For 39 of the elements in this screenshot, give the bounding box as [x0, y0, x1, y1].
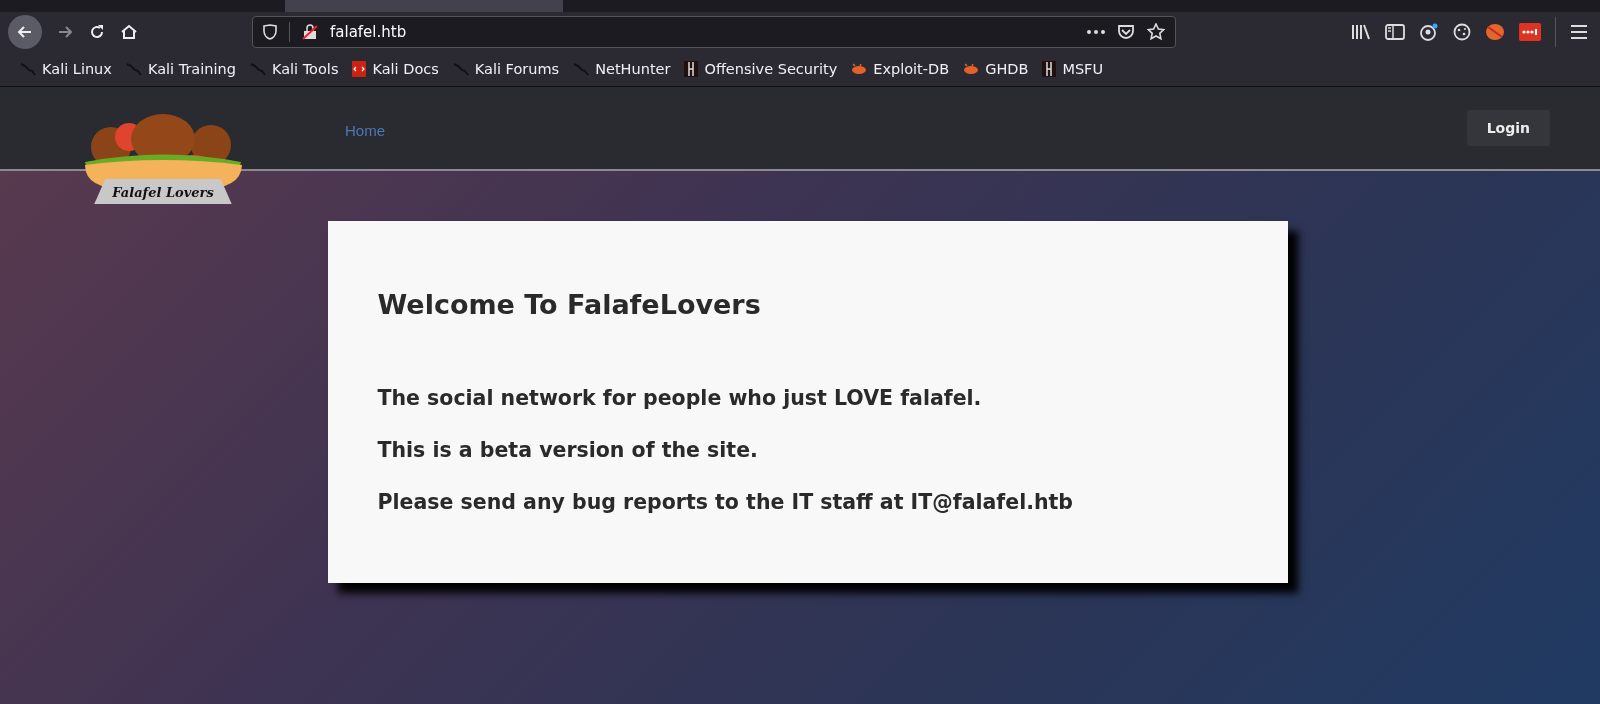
bug-icon — [963, 63, 980, 75]
welcome-paragraph: Please send any bug reports to the IT staff at IT@falafel.htb — [377, 490, 1075, 514]
welcome-heading: Welcome To FalafeLovers — [377, 289, 762, 320]
insecure-lock-icon[interactable] — [302, 24, 318, 40]
star-icon[interactable] — [1147, 23, 1165, 41]
back-button[interactable] — [8, 15, 42, 49]
bookmark-link[interactable]: Exploit-DB — [851, 61, 950, 77]
bookmark-link[interactable]: GHDB — [963, 61, 1029, 77]
address-bar[interactable]: falafel.htb — [252, 16, 1176, 48]
bug-icon — [851, 63, 868, 75]
falafel-logo[interactable]: Falafel Lovers — [78, 107, 248, 219]
password-manager-icon[interactable] — [1519, 23, 1541, 41]
tower-icon — [1042, 61, 1057, 77]
bookmark-link[interactable]: Kali Forums — [452, 61, 560, 77]
url-text: falafel.htb — [330, 23, 407, 41]
shield-icon[interactable] — [263, 24, 277, 40]
library-icon[interactable] — [1351, 24, 1371, 40]
account-icon[interactable] — [1419, 23, 1439, 41]
bookmark-link[interactable]: Offensive Security — [684, 61, 838, 77]
tower-icon — [684, 61, 699, 77]
home-icon[interactable] — [120, 23, 138, 41]
welcome-paragraph: The social network for people who just LOVE falafel. — [377, 386, 983, 410]
login-button[interactable]: Login — [1466, 110, 1550, 146]
bookmark-link[interactable]: Kali Docs — [352, 61, 439, 77]
bookmark-link[interactable]: Kali Linux — [20, 61, 112, 77]
pocket-icon[interactable] — [1117, 24, 1135, 40]
sidebar-icon[interactable] — [1385, 24, 1405, 40]
more-icon[interactable] — [1087, 30, 1105, 34]
cookie-icon[interactable] — [1453, 23, 1471, 41]
welcome-paragraph: This is a beta version of the site. — [377, 438, 759, 462]
bookmark-link[interactable]: Kali Tools — [249, 61, 339, 77]
reload-icon[interactable] — [88, 23, 106, 41]
bookmark-link[interactable]: NetHunter — [573, 61, 671, 77]
logo-text: Falafel Lovers — [94, 179, 232, 204]
extension-icon[interactable] — [1485, 23, 1505, 41]
menu-icon[interactable] — [1570, 25, 1588, 39]
document-icon — [352, 61, 367, 77]
bookmark-link[interactable]: Kali Training — [125, 61, 236, 77]
bookmark-link[interactable]: MSFU — [1042, 61, 1104, 77]
